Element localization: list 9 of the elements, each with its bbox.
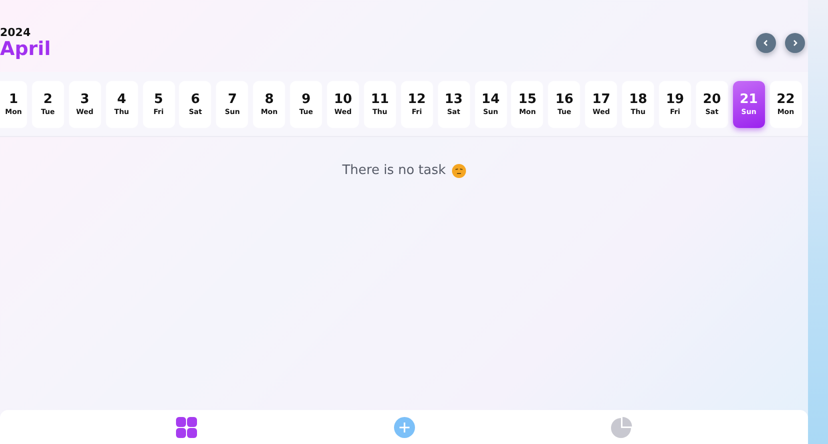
month-title: April [0, 39, 51, 59]
grid-nav-button[interactable] [176, 416, 197, 438]
empty-message: There is no task [342, 163, 446, 178]
next-button[interactable] [785, 33, 805, 53]
year-label: 2024 [0, 27, 32, 39]
chevron-left-icon [762, 39, 770, 47]
previous-button[interactable] [756, 33, 776, 53]
face-icon [452, 164, 466, 178]
chevron-right-icon [791, 39, 799, 47]
